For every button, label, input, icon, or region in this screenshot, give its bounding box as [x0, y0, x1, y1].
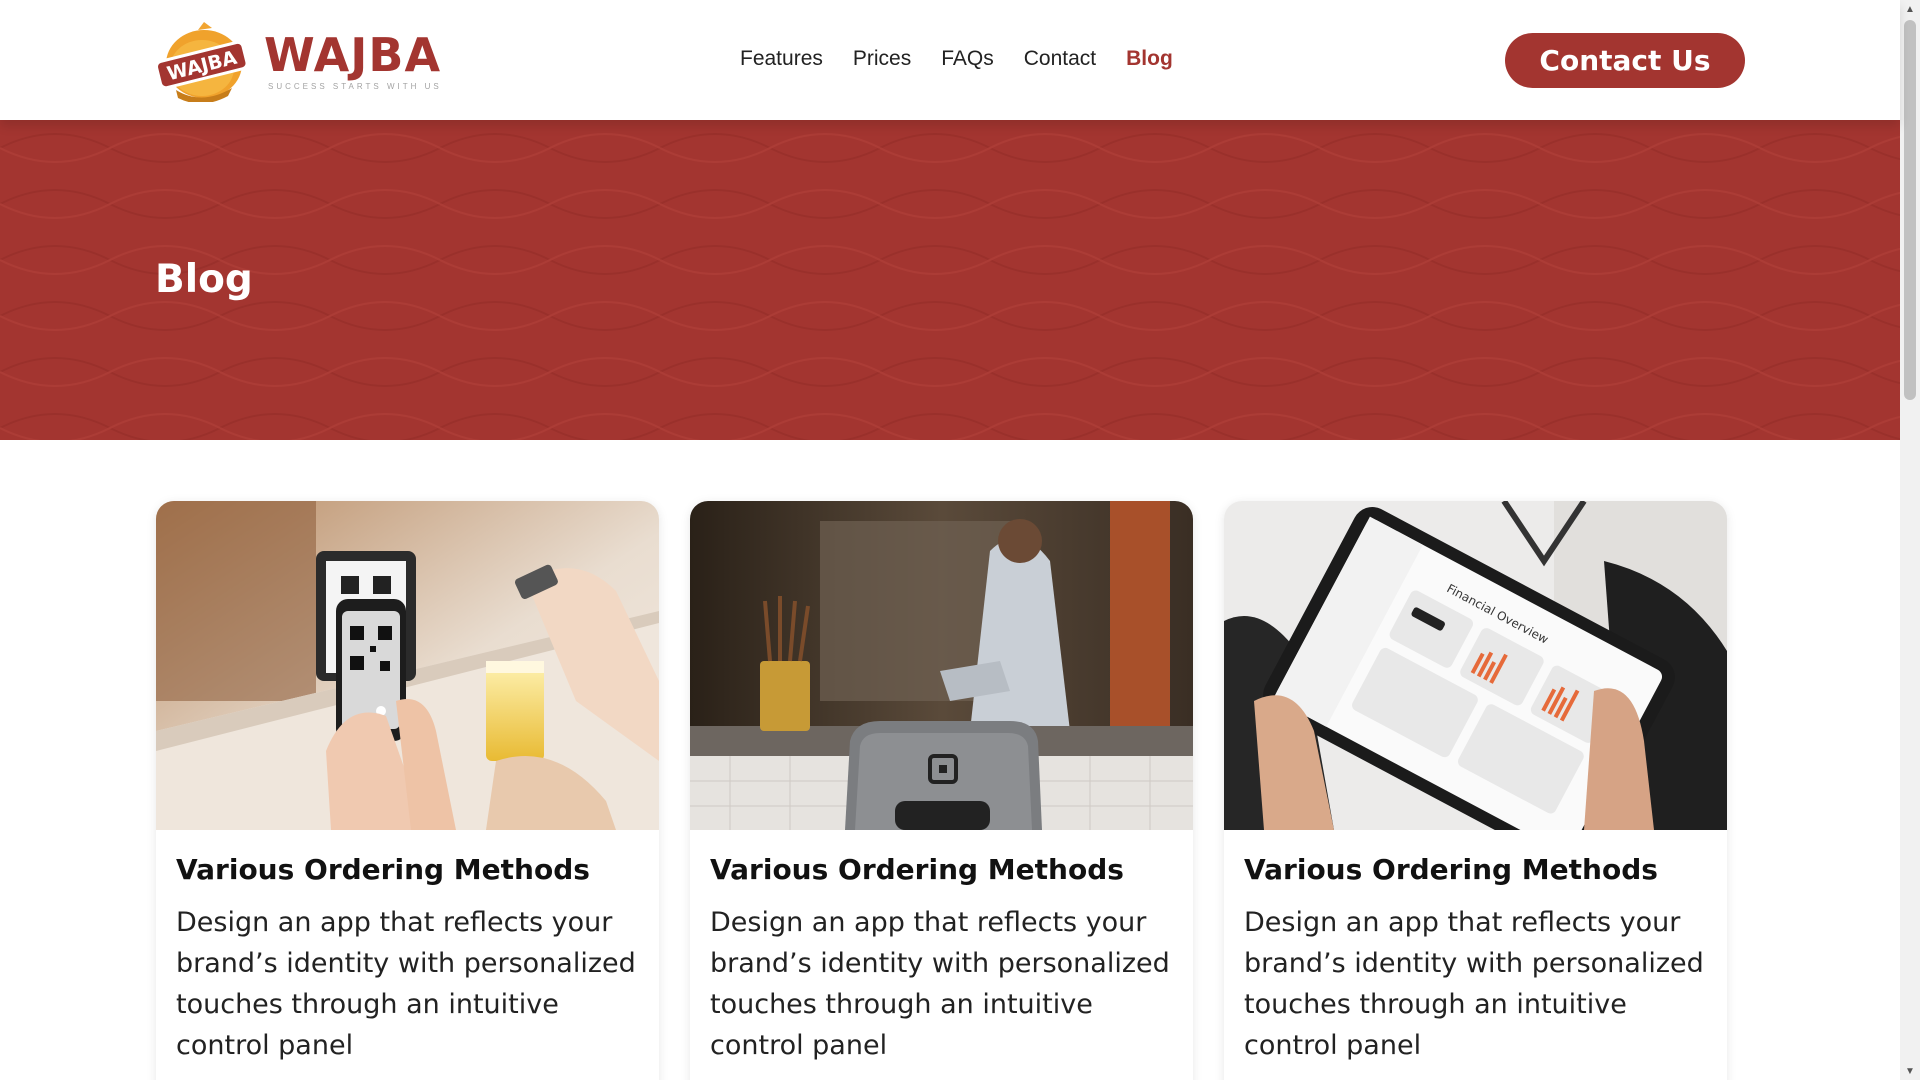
- card-title: Various Ordering Methods: [176, 853, 590, 886]
- blog-card[interactable]: Financial Overview Various Ordering Meth…: [1224, 501, 1727, 1080]
- site-header: WAJBA WAJBA SUCCESS STARTS WITH US Featu…: [0, 0, 1900, 120]
- card-title: Various Ordering Methods: [710, 853, 1124, 886]
- pos-terminal-counter-photo: [690, 501, 1193, 830]
- hero-wave-pattern: [0, 120, 1900, 440]
- qr-code-ordering-photo: [156, 501, 659, 830]
- blog-card-list: Various Ordering Methods Design an app t…: [156, 501, 1728, 1080]
- blog-card[interactable]: Various Ordering Methods Design an app t…: [156, 501, 659, 1080]
- nav-link-blog[interactable]: Blog: [1126, 47, 1173, 71]
- brand-tagline: SUCCESS STARTS WITH US: [268, 81, 442, 91]
- main-nav: Features Prices FAQs Contact Blog: [740, 47, 1173, 71]
- scroll-up-arrow-icon[interactable]: ▲: [1900, 0, 1920, 18]
- card-description: Design an app that reflects your brand’s…: [710, 907, 1170, 1061]
- page-scrollbar[interactable]: ▲ ▼: [1900, 0, 1920, 1080]
- brand-logo[interactable]: WAJBA WAJBA SUCCESS STARTS WITH US: [154, 18, 442, 102]
- blog-card[interactable]: Various Ordering Methods Design an app t…: [690, 501, 1193, 1080]
- brand-wordmark: WAJBA SUCCESS STARTS WITH US: [264, 32, 442, 91]
- card-description: Design an app that reflects your brand’s…: [1244, 907, 1704, 1061]
- nav-link-prices[interactable]: Prices: [853, 47, 911, 71]
- logo-badge-icon: WAJBA: [154, 18, 250, 102]
- brand-name: WAJBA: [264, 27, 442, 82]
- page-hero-banner: Blog: [0, 120, 1900, 440]
- nav-link-faqs[interactable]: FAQs: [941, 47, 994, 71]
- card-description: Design an app that reflects your brand’s…: [176, 907, 636, 1061]
- contact-us-button[interactable]: Contact Us: [1505, 33, 1745, 88]
- scrollbar-thumb[interactable]: [1904, 20, 1916, 400]
- nav-link-contact[interactable]: Contact: [1024, 47, 1096, 71]
- page-title: Blog: [155, 257, 253, 302]
- scroll-down-arrow-icon[interactable]: ▼: [1900, 1062, 1920, 1080]
- card-title: Various Ordering Methods: [1244, 853, 1658, 886]
- nav-link-features[interactable]: Features: [740, 47, 823, 71]
- tablet-dashboard-photo: Financial Overview: [1224, 501, 1727, 830]
